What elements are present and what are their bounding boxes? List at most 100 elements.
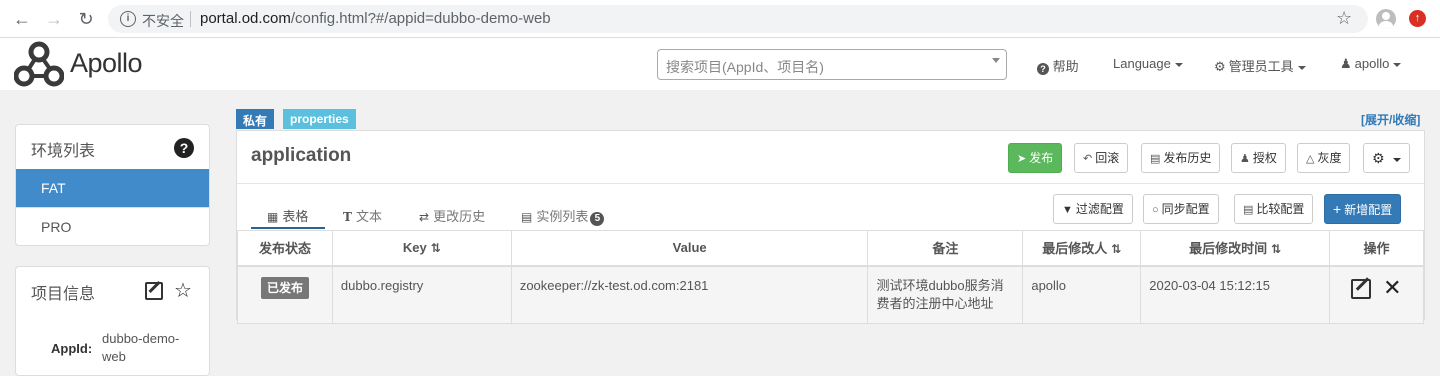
sort-icon[interactable]: ⇅ xyxy=(1111,242,1121,256)
user-name: apollo xyxy=(1354,56,1390,71)
info-icon[interactable]: i xyxy=(120,11,136,27)
instances-icon: ▤ xyxy=(521,210,533,224)
back-arrow-icon[interactable]: ← xyxy=(12,9,32,29)
update-arrow-icon[interactable]: ↑ xyxy=(1409,10,1426,27)
calendar-icon: ▤ xyxy=(1150,153,1161,165)
admin-tools-dropdown[interactable]: ⚙ 管理员工具 xyxy=(1214,56,1306,75)
sync-config-button[interactable]: ○ 同步配置 xyxy=(1143,194,1219,224)
favorite-star-icon[interactable]: ☆ xyxy=(174,281,192,301)
instance-count-badge: 5 xyxy=(590,212,605,226)
browser-toolbar: ← → ↻ i 不安全 portal.od.com/config.html?#/… xyxy=(0,0,1440,38)
format-tag: properties xyxy=(283,109,356,129)
column-header-comment: 备注 xyxy=(867,230,1024,267)
filter-config-button[interactable]: ▼ 过滤配置 xyxy=(1053,194,1133,224)
appid-label: AppId: xyxy=(51,341,93,356)
help-link[interactable]: ? 帮助 xyxy=(1037,56,1079,75)
appid-value: dubbo-demo-web xyxy=(102,331,180,364)
edit-icon[interactable] xyxy=(1351,278,1372,299)
compare-config-label: 比较配置 xyxy=(1256,202,1305,216)
reload-icon[interactable]: ↻ xyxy=(76,9,96,29)
tab-text-label: 文本 xyxy=(355,209,382,224)
filter-config-label: 过滤配置 xyxy=(1075,202,1124,216)
table-header-row: 发布状态 Key ⇅ Value 备注 最后修改人 ⇅ 最后修改时间 ⇅ 操作 xyxy=(237,230,1424,267)
settings-dropdown-button[interactable]: ⚙ xyxy=(1363,143,1410,173)
compare-config-button[interactable]: ▤ 比较配置 xyxy=(1234,194,1314,224)
url-divider xyxy=(190,11,191,27)
environment-panel: 环境列表 ? FAT PRO xyxy=(15,124,210,246)
publish-history-button[interactable]: ▤ 发布历史 xyxy=(1141,143,1221,173)
admin-tools-label: 管理员工具 xyxy=(1228,59,1294,74)
close-icon[interactable]: ✕ xyxy=(1383,276,1401,299)
tab-table-label: 表格 xyxy=(282,209,309,224)
namespace-title: application xyxy=(251,145,352,166)
caret-down-icon xyxy=(1174,62,1183,67)
operations-cell: ✕ xyxy=(1329,265,1424,324)
compare-icon: ▤ xyxy=(1243,204,1254,216)
comment-cell: 测试环境dubbo服务消费者的注册中心地址 xyxy=(867,265,1024,324)
column-header-modifier[interactable]: 最后修改人 ⇅ xyxy=(1022,230,1142,267)
private-tag: 私有 xyxy=(236,109,275,129)
add-config-button[interactable]: + 新增配置 xyxy=(1324,194,1402,224)
sort-icon[interactable]: ⇅ xyxy=(1271,242,1281,256)
column-header-key[interactable]: Key ⇅ xyxy=(331,230,512,267)
forward-arrow-icon[interactable]: → xyxy=(44,9,64,29)
search-placeholder: 搜索项目(AppId、项目名) xyxy=(666,59,824,75)
env-item-fat[interactable]: FAT xyxy=(16,169,209,207)
edit-icon[interactable] xyxy=(145,282,163,300)
expand-collapse-link[interactable]: [展开/收缩] xyxy=(1361,111,1420,128)
question-circle-icon: ? xyxy=(1037,63,1049,75)
sort-icon[interactable]: ⇅ xyxy=(431,241,441,255)
publish-button[interactable]: ➤ 发布 xyxy=(1008,143,1063,173)
gear-icon: ⚙ xyxy=(1372,150,1385,166)
header-label: 发布状态 xyxy=(258,241,311,257)
history-icon: ⇄ xyxy=(419,210,430,224)
status-cell: 已发布 xyxy=(237,265,333,324)
publish-history-label: 发布历史 xyxy=(1163,151,1212,165)
send-icon: ➤ xyxy=(1017,153,1027,165)
url-path: /config.html?#/appid=dubbo-demo-web xyxy=(290,10,551,27)
tab-table[interactable]: ▦ 表格 xyxy=(267,206,308,225)
project-search-select[interactable]: 搜索项目(AppId、项目名) xyxy=(657,49,1007,80)
question-circle-icon[interactable]: ? xyxy=(174,138,194,158)
profile-avatar-icon[interactable] xyxy=(1376,9,1396,29)
gray-release-button[interactable]: △ 灰度 xyxy=(1297,143,1351,173)
header-label: 操作 xyxy=(1363,241,1390,257)
authorize-button[interactable]: ♟ 授权 xyxy=(1231,143,1286,173)
env-item-pro[interactable]: PRO xyxy=(16,207,209,245)
namespace-divider xyxy=(237,183,1424,184)
project-info-panel: 项目信息 ☆ AppId: dubbo-demo-web xyxy=(15,266,210,376)
gray-release-label: 灰度 xyxy=(1317,151,1342,165)
user-dropdown[interactable]: ♟ apollo xyxy=(1340,56,1402,72)
authorize-label: 授权 xyxy=(1252,151,1277,165)
project-info-title: 项目信息 xyxy=(31,286,96,303)
header-label: 最后修改人 xyxy=(1042,241,1108,257)
tab-text[interactable]: T 文本 xyxy=(343,206,382,225)
address-bar[interactable]: i 不安全 portal.od.com/config.html?#/appid=… xyxy=(108,5,1368,33)
header-label: 最后修改时间 xyxy=(1189,241,1268,257)
caret-down-icon xyxy=(1392,157,1401,162)
chevron-down-icon xyxy=(992,58,1000,63)
tab-instances[interactable]: ▤ 实例列表 5 xyxy=(521,206,605,226)
app-header: Apollo 搜索项目(AppId、项目名) ? 帮助 Language ⚙ 管理… xyxy=(0,38,1440,90)
header-label: 备注 xyxy=(932,241,959,257)
caret-down-icon xyxy=(1393,62,1402,67)
flask-icon: △ xyxy=(1306,153,1315,165)
apollo-logo-icon[interactable] xyxy=(14,41,64,87)
modified-time-cell: 2020-03-04 15:12:15 xyxy=(1140,265,1331,324)
add-config-label: 新增配置 xyxy=(1344,203,1393,217)
language-dropdown[interactable]: Language xyxy=(1113,56,1183,71)
filter-icon: ▼ xyxy=(1062,204,1073,216)
tab-history[interactable]: ⇄ 更改历史 xyxy=(419,206,485,225)
user-icon: ♟ xyxy=(1240,153,1250,165)
logo-text[interactable]: Apollo xyxy=(70,48,143,79)
column-header-operations: 操作 xyxy=(1329,230,1424,267)
column-header-modified-time[interactable]: 最后修改时间 ⇅ xyxy=(1140,230,1331,267)
text-icon: T xyxy=(343,210,352,224)
rollback-button[interactable]: ↶ 回滚 xyxy=(1074,143,1129,173)
publish-label: 发布 xyxy=(1029,151,1054,165)
bookmark-star-icon[interactable]: ☆ xyxy=(1336,8,1352,28)
column-header-value: Value xyxy=(510,230,869,267)
gear-icon: ⚙ xyxy=(1214,59,1226,74)
published-badge: 已发布 xyxy=(260,276,309,299)
url-text[interactable]: portal.od.com/config.html?#/appid=dubbo-… xyxy=(200,10,551,27)
